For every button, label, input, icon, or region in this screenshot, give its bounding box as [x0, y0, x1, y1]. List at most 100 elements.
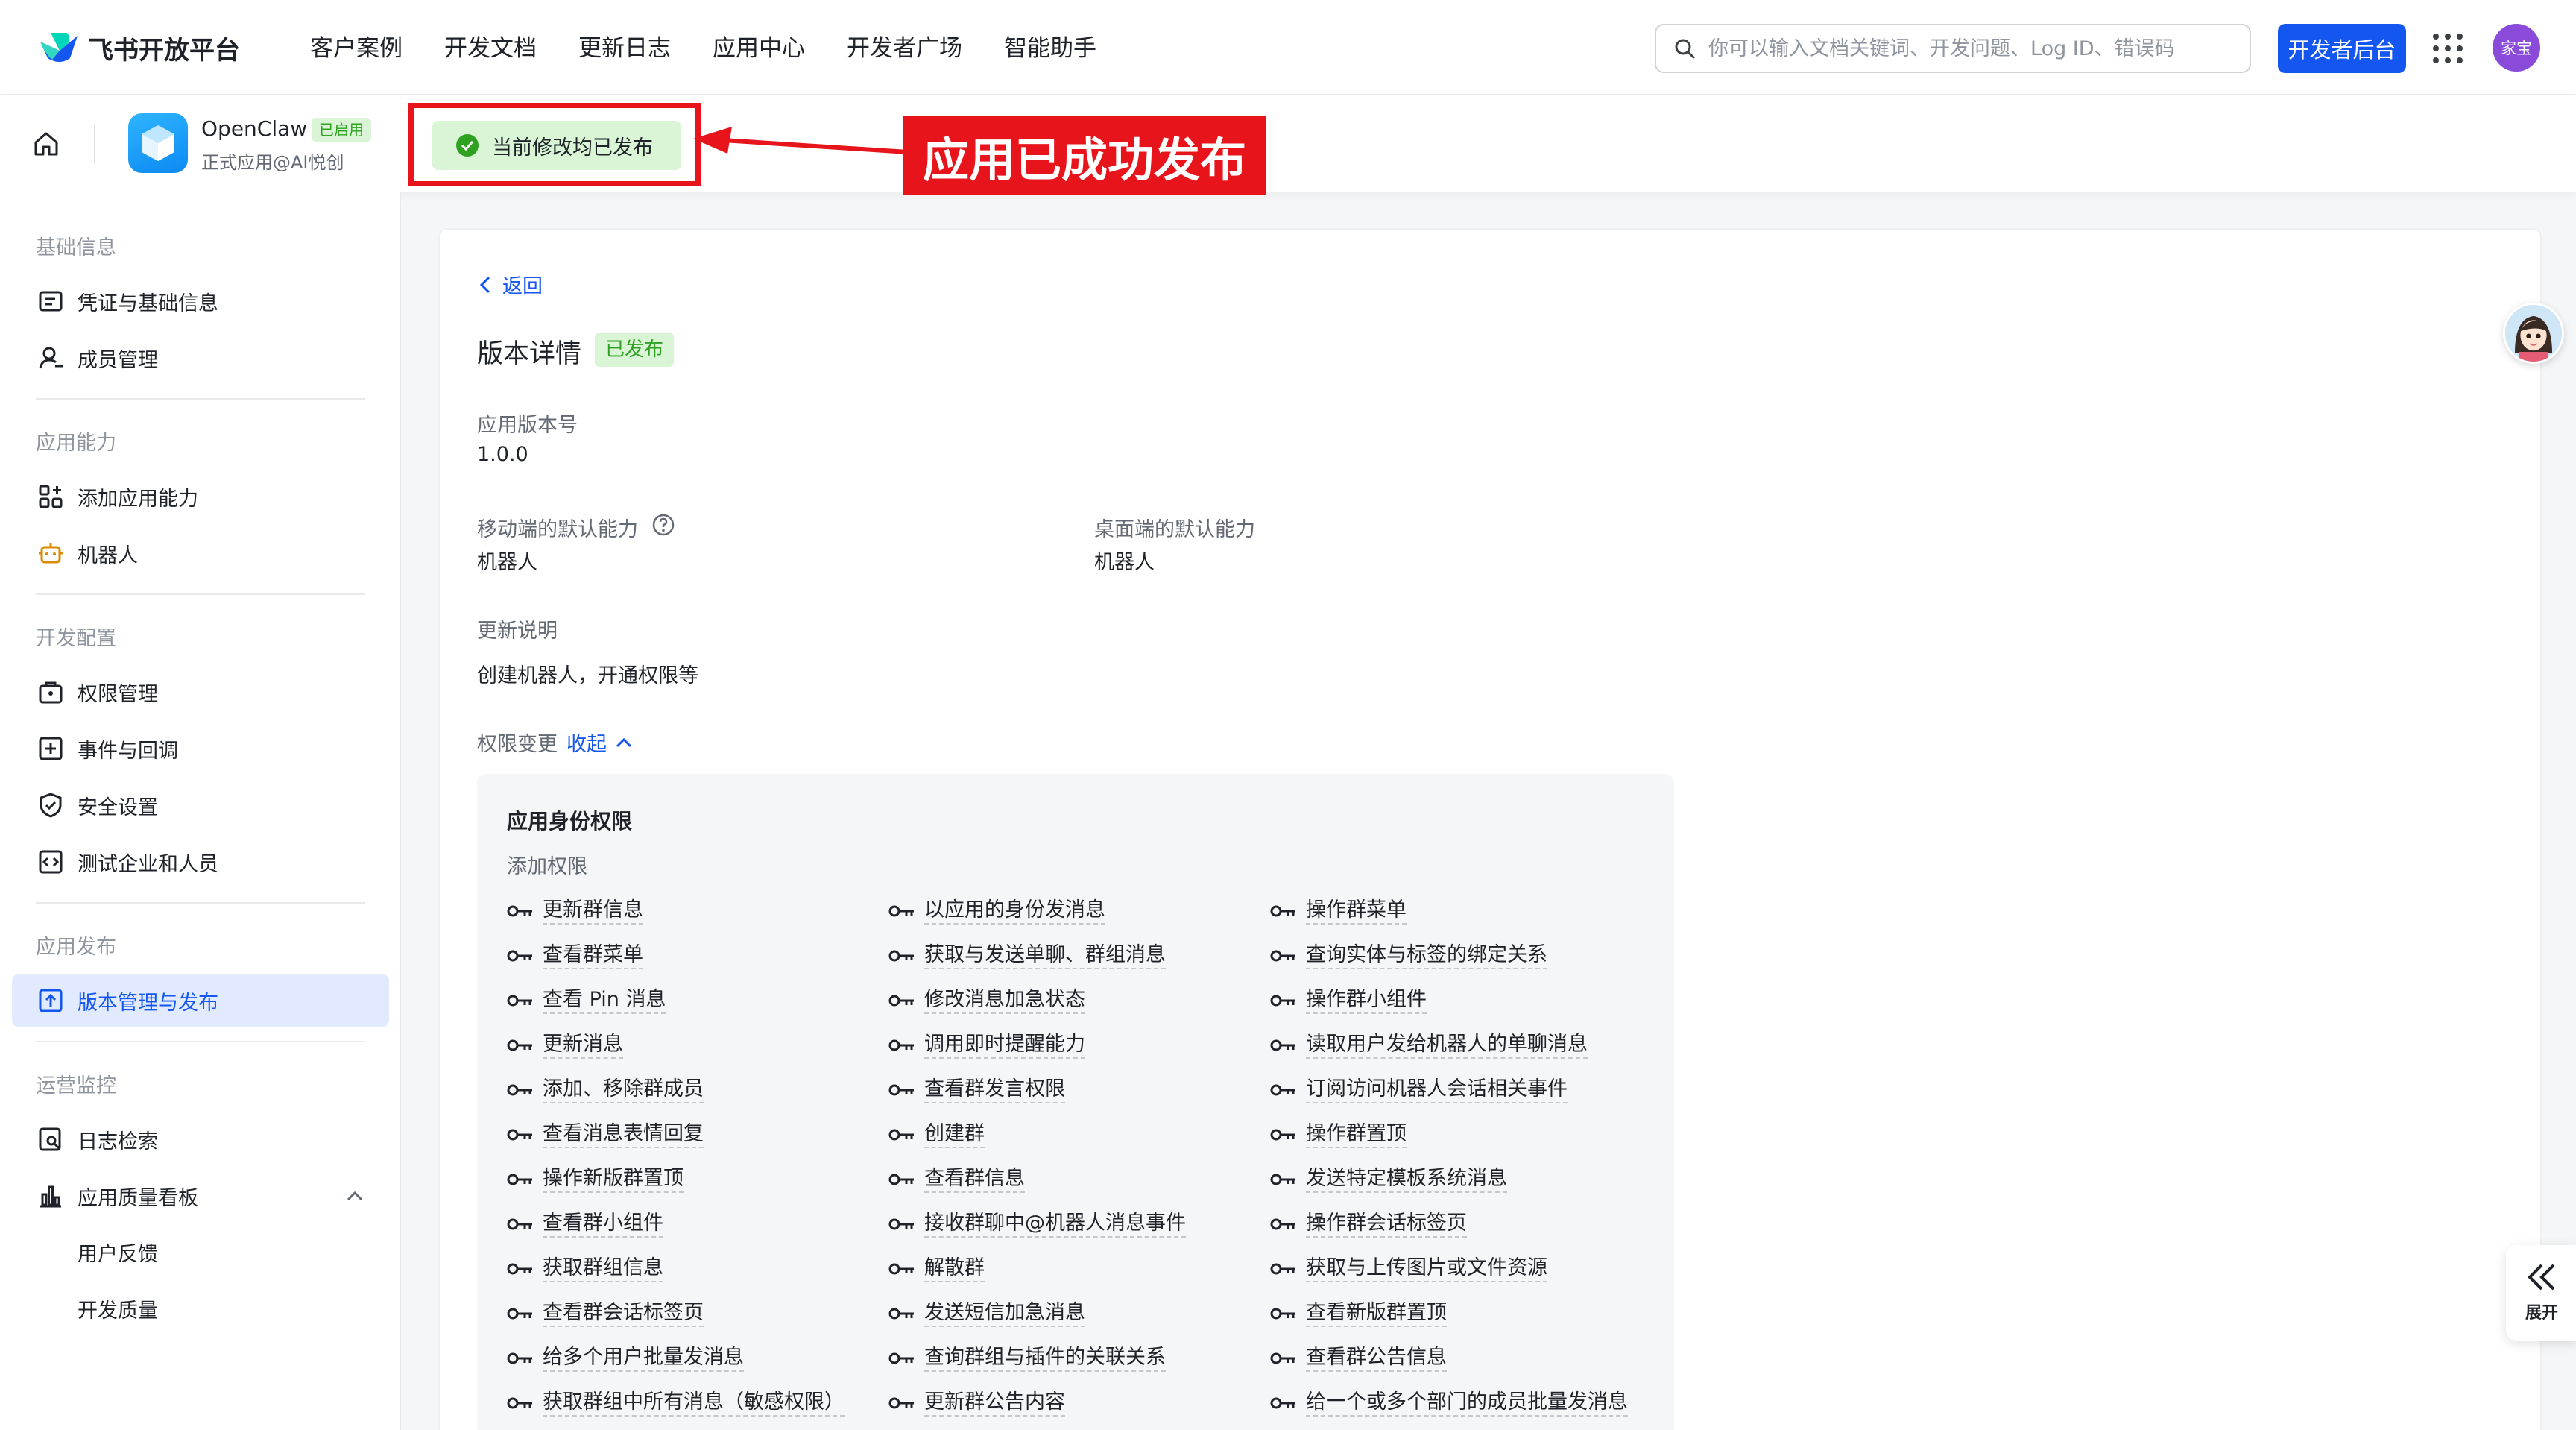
- nav-link-app-center[interactable]: 应用中心: [713, 31, 805, 66]
- permission-label[interactable]: 操作群会话标签页: [1306, 1211, 1467, 1238]
- assistant-avatar[interactable]: [2503, 303, 2564, 364]
- permission-label[interactable]: 查看群信息: [924, 1166, 1025, 1193]
- sidebar-item-credentials[interactable]: 凭证与基础信息: [12, 274, 389, 328]
- permission-item: 获取与发送单聊、群组消息: [888, 933, 1186, 978]
- nav-link-dev-square[interactable]: 开发者广场: [847, 31, 962, 66]
- permission-label[interactable]: 更新群信息: [543, 898, 643, 925]
- sidebar-item-events[interactable]: 事件与回调: [12, 722, 389, 775]
- permission-label[interactable]: 获取与发送单聊、群组消息: [924, 942, 1166, 969]
- sidebar-item-quality-board[interactable]: 应用质量看板: [12, 1169, 389, 1223]
- app-status-badge: 已启用: [312, 118, 371, 142]
- sidebar-item-robot[interactable]: 机器人: [12, 526, 389, 580]
- code-icon: [39, 850, 63, 874]
- permission-label[interactable]: 调用即时提醒能力: [924, 1032, 1085, 1059]
- sidebar-item-security[interactable]: 安全设置: [12, 778, 389, 832]
- release-notes-label: 更新说明: [477, 620, 558, 643]
- sidebar-item-test-tenants[interactable]: 测试企业和人员: [12, 835, 389, 889]
- permission-label[interactable]: 获取群组中所有消息（敏感权限）: [543, 1390, 845, 1417]
- mobile-capability-label: 移动端的默认能力: [477, 518, 638, 541]
- permission-label[interactable]: 查看群公告信息: [1306, 1345, 1447, 1372]
- key-icon: [507, 1039, 532, 1051]
- permission-label[interactable]: 修改消息加急状态: [924, 987, 1085, 1014]
- permission-label[interactable]: 查看群发言权限: [924, 1077, 1065, 1103]
- key-icon: [1270, 1084, 1295, 1096]
- collapse-toggle[interactable]: 收起: [566, 728, 634, 757]
- permission-label[interactable]: 操作群小组件: [1306, 987, 1427, 1014]
- permission-column-3: 操作群菜单查询实体与标签的绑定关系 操作群小组件读取用户发给机器人的单聊消息 订阅访…: [1270, 889, 1628, 1426]
- sidebar-item-members[interactable]: 成员管理: [12, 331, 389, 385]
- permission-list-panel: 应用身份权限 添加权限 更新群信息 查看群菜单 查看 Pin 消息 更新消息 添加、移除…: [477, 774, 1674, 1430]
- permission-label[interactable]: 订阅访问机器人会话相关事件: [1306, 1077, 1568, 1103]
- nav-link-docs[interactable]: 开发文档: [444, 31, 537, 66]
- sidebar-item-add-capability[interactable]: 添加应用能力: [12, 470, 389, 523]
- permission-label[interactable]: 解散群: [924, 1256, 985, 1282]
- credential-icon: [39, 291, 63, 312]
- key-icon: [888, 1129, 914, 1141]
- key-icon: [1270, 1218, 1295, 1230]
- logo[interactable]: 飞书开放平台: [37, 28, 240, 67]
- back-link[interactable]: 返回: [477, 270, 543, 299]
- search-input[interactable]: [1708, 37, 2230, 60]
- expand-label: 展开: [2525, 1304, 2558, 1323]
- permission-label[interactable]: 给多个用户批量发消息: [543, 1345, 744, 1372]
- sidebar-item-label: 事件与回调: [78, 739, 178, 763]
- permission-label[interactable]: 查看 Pin 消息: [543, 987, 666, 1014]
- sidebar-section-capability: 应用能力: [36, 432, 116, 455]
- sidebar-section-publish: 应用发布: [36, 936, 116, 959]
- permission-item: 查看新版群置顶: [1270, 1291, 1628, 1336]
- permission-label[interactable]: 获取与上传图片或文件资源: [1306, 1256, 1547, 1282]
- developer-console-button[interactable]: 开发者后台: [2278, 24, 2406, 73]
- sidebar-item-permissions[interactable]: 权限管理: [12, 665, 389, 719]
- key-icon: [507, 1218, 532, 1230]
- permission-item: 更新群信息: [507, 889, 845, 933]
- nav-link-assistant[interactable]: 智能助手: [1004, 31, 1096, 66]
- permission-label[interactable]: 查看群小组件: [543, 1211, 663, 1238]
- permission-item: 解散群: [888, 1247, 1186, 1291]
- permission-label[interactable]: 操作新版群置顶: [543, 1166, 684, 1193]
- sidebar-subitem-dev-quality[interactable]: 开发质量: [78, 1294, 158, 1323]
- permission-label[interactable]: 创建群: [924, 1121, 985, 1148]
- app-grid-icon[interactable]: [2433, 34, 2463, 63]
- permission-label[interactable]: 查询群组与插件的关联关系: [924, 1345, 1166, 1372]
- sidebar-section-basic: 基础信息: [36, 236, 116, 259]
- permission-label[interactable]: 给一个或多个部门的成员批量发消息: [1306, 1390, 1628, 1417]
- permission-label[interactable]: 以应用的身份发消息: [924, 898, 1105, 925]
- permission-label[interactable]: 查看群菜单: [543, 942, 643, 969]
- permission-label[interactable]: 查看群会话标签页: [543, 1300, 704, 1327]
- permission-label[interactable]: 操作群置顶: [1306, 1121, 1407, 1148]
- key-icon: [507, 1263, 532, 1275]
- permission-icon: [39, 681, 63, 704]
- permission-item: 查看 Pin 消息: [507, 978, 845, 1023]
- permission-item: 操作群菜单: [1270, 889, 1628, 933]
- permission-label[interactable]: 添加、移除群成员: [543, 1077, 704, 1103]
- sidebar-item-log-search[interactable]: 日志检索: [12, 1112, 389, 1166]
- search-box[interactable]: [1655, 24, 2251, 73]
- permission-item: 发送特定模板系统消息: [1270, 1157, 1628, 1202]
- permission-label[interactable]: 读取用户发给机器人的单聊消息: [1306, 1032, 1588, 1059]
- expand-panel-button[interactable]: 展开: [2506, 1245, 2576, 1341]
- permission-label[interactable]: 查询实体与标签的绑定关系: [1306, 942, 1547, 969]
- permission-label[interactable]: 操作群菜单: [1306, 898, 1407, 925]
- permission-label[interactable]: 更新消息: [543, 1032, 623, 1059]
- help-circle-icon[interactable]: [651, 513, 675, 537]
- permission-label[interactable]: 接收群聊中@机器人消息事件: [924, 1211, 1186, 1238]
- chevron-up-icon[interactable]: [346, 1190, 364, 1202]
- sidebar-subitem-feedback[interactable]: 用户反馈: [78, 1238, 158, 1267]
- permission-label[interactable]: 查看消息表情回复: [543, 1121, 704, 1148]
- permission-item: 查看群发言权限: [888, 1068, 1186, 1112]
- user-avatar[interactable]: 家宝: [2493, 24, 2540, 72]
- permission-label[interactable]: 查看新版群置顶: [1306, 1300, 1447, 1327]
- home-icon[interactable]: [31, 129, 61, 159]
- sidebar-item-version-publish[interactable]: 版本管理与发布: [12, 974, 389, 1027]
- permission-label[interactable]: 发送特定模板系统消息: [1306, 1166, 1507, 1193]
- nav-link-changelog[interactable]: 更新日志: [578, 31, 671, 66]
- sidebar-item-label: 成员管理: [78, 348, 158, 372]
- key-icon: [1270, 950, 1295, 962]
- permission-label[interactable]: 发送短信加急消息: [924, 1300, 1085, 1327]
- permission-label[interactable]: 更新群公告内容: [924, 1390, 1065, 1417]
- key-icon: [888, 995, 914, 1007]
- key-icon: [888, 1308, 914, 1320]
- nav-link-cases[interactable]: 客户案例: [310, 31, 402, 66]
- permission-item: 查看群信息: [888, 1157, 1186, 1202]
- permission-label[interactable]: 获取群组信息: [543, 1256, 663, 1282]
